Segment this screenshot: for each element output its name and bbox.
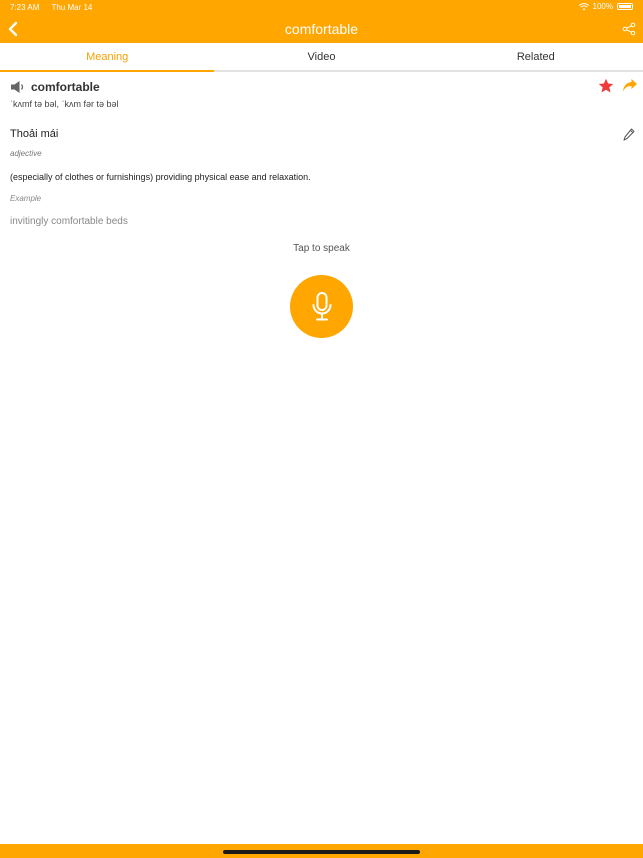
- share-button[interactable]: [622, 22, 636, 36]
- battery-percent: 100%: [592, 2, 613, 11]
- speaker-icon[interactable]: [10, 80, 26, 94]
- header-bar: 7:23 AM Thu Mar 14 100% comfortable: [0, 0, 643, 43]
- phonetic-transcription: ˈkʌmf tə bəl, ˈkʌm fər tə bəl: [10, 99, 119, 109]
- battery-icon: [617, 3, 633, 10]
- part-of-speech: adjective: [10, 149, 42, 158]
- status-time: 7:23 AM: [10, 3, 40, 12]
- forward-arrow-icon[interactable]: [622, 78, 638, 93]
- tab-bar: Meaning Video Related: [0, 43, 643, 72]
- translation: Thoải mái: [10, 128, 59, 140]
- example-label: Example: [10, 194, 42, 203]
- star-icon[interactable]: [598, 78, 614, 94]
- status-bar-left: 7:23 AM Thu Mar 14: [10, 3, 102, 12]
- status-date: Thu Mar 14: [51, 3, 93, 12]
- tap-to-speak-label: Tap to speak: [293, 243, 350, 254]
- bottom-bar: [0, 844, 643, 858]
- tab-meaning[interactable]: Meaning: [0, 43, 215, 72]
- microphone-button[interactable]: [290, 275, 353, 338]
- page-title: comfortable: [284, 21, 359, 37]
- example-sentence: invitingly comfortable beds: [10, 216, 128, 227]
- pencil-icon[interactable]: [623, 128, 635, 141]
- home-indicator[interactable]: [223, 850, 420, 854]
- definition: (especially of clothes or furnishings) p…: [10, 172, 311, 182]
- word-row: comfortable: [10, 80, 100, 94]
- headword: comfortable: [31, 80, 100, 94]
- tab-related[interactable]: Related: [429, 43, 643, 70]
- microphone-icon: [312, 291, 331, 320]
- wifi-icon: [578, 2, 589, 10]
- tab-video[interactable]: Video: [214, 43, 428, 70]
- status-bar-right: 100%: [578, 2, 633, 11]
- app-screen: 7:23 AM Thu Mar 14 100% comfortable Mean…: [0, 0, 643, 858]
- share-icon: [622, 22, 636, 36]
